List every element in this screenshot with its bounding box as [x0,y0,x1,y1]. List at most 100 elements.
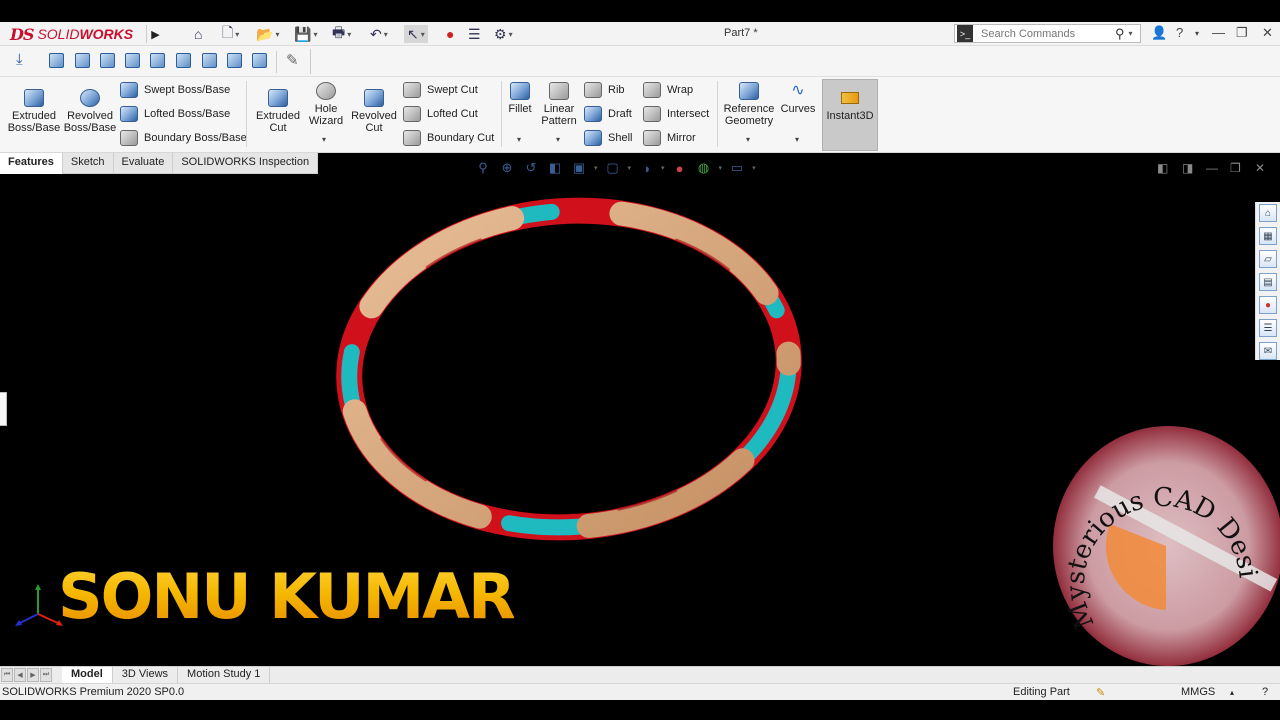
trimetric-view-icon[interactable] [227,53,244,70]
back-view-icon[interactable] [75,53,92,70]
view-settings-icon[interactable]: ▭ [728,160,746,176]
previous-tab-icon[interactable]: ◀ [14,668,26,682]
search-icon[interactable]: ⚲ [1115,26,1125,42]
isometric-view-icon[interactable] [202,53,219,70]
tab-3d-views[interactable]: 3D Views [113,667,179,683]
next-tab-icon[interactable]: ▶ [27,668,39,682]
units-dropdown-icon[interactable]: ▴ [1230,688,1234,697]
fillet-dropdown-icon[interactable]: ▾ [517,135,521,144]
front-view-icon[interactable] [49,53,66,70]
curves-dropdown-icon[interactable]: ▾ [795,135,799,144]
tab-sketch[interactable]: Sketch [62,153,114,174]
view-settings-dropdown-icon[interactable]: ▾ [752,164,756,172]
solidworks-logo[interactable]: DS SOLIDWORKS [10,25,133,44]
lofted-cut-button[interactable]: Lofted Cut [403,106,478,122]
normal-to-icon[interactable]: ⤓ [16,51,33,68]
instant3d-button[interactable]: Instant3D [822,79,878,151]
save-icon[interactable]: 💾 ▾ [294,25,317,43]
rebuild-status-icon[interactable]: ✎ [1096,686,1105,699]
dynamic-annotation-icon[interactable]: ▣ [570,160,588,176]
reference-geometry-dropdown-icon[interactable]: ▾ [746,135,750,144]
search-dropdown-icon[interactable]: ▾ [1129,29,1133,38]
tab-solidworks-inspection[interactable]: SOLIDWORKS Inspection [173,153,319,174]
select-arrow-icon[interactable]: ↖ ▾ [404,25,428,43]
view-palette-icon[interactable]: ▤ [1259,273,1277,291]
viewport-close-icon[interactable]: ✕ [1255,161,1265,175]
tab-motion-study-1[interactable]: Motion Study 1 [178,667,271,683]
bottom-view-icon[interactable] [176,53,193,70]
custom-properties-icon[interactable]: ☰ [1259,319,1277,337]
revolved-boss-button[interactable]: Revolved Boss/Base [64,89,116,134]
extruded-cut-button[interactable]: Extruded Cut [254,89,302,134]
dimetric-view-icon[interactable] [252,53,269,70]
linear-pattern-dropdown-icon[interactable]: ▾ [556,135,560,144]
forum-icon[interactable]: ✉ [1259,342,1277,360]
feature-manager-collapse-handle[interactable] [0,392,7,426]
shell-button[interactable]: Shell [584,130,632,146]
menu-expand-arrow-icon[interactable]: ▶ [146,25,164,43]
search-input[interactable] [981,27,1111,40]
right-view-icon[interactable] [125,53,142,70]
minimize-icon[interactable]: — [1212,25,1225,40]
reference-geometry-button[interactable]: Reference Geometry [722,82,776,127]
help-dropdown-icon[interactable]: ▾ [1195,29,1199,38]
view-orientation-dropdown-icon[interactable]: ▾ [594,164,598,172]
twisted-ring-model[interactable] [300,175,840,570]
rebuild-icon[interactable]: ● [446,25,454,43]
viewport-tile-right-icon[interactable]: ◨ [1182,161,1193,175]
hide-show-dropdown-icon[interactable]: ▾ [661,164,665,172]
tab-evaluate[interactable]: Evaluate [113,153,174,174]
apply-scene-icon[interactable]: ◍ [695,160,713,176]
boundary-boss-button[interactable]: Boundary Boss/Base [120,130,247,146]
previous-view-icon[interactable]: ↺ [522,160,540,176]
swept-cut-button[interactable]: Swept Cut [403,82,478,98]
new-document-icon[interactable]: 🗋 ▾ [222,24,239,43]
help-tooltip-icon[interactable]: ? [1262,686,1268,698]
boundary-cut-button[interactable]: Boundary Cut [403,130,494,146]
pin-icon[interactable]: ✎ [286,51,303,69]
viewport-minimize-icon[interactable]: — [1206,161,1218,175]
swept-boss-button[interactable]: Swept Boss/Base [120,82,230,98]
curves-button[interactable]: ∿ Curves [780,82,816,115]
display-style-dropdown-icon[interactable]: ▾ [628,164,632,172]
user-account-icon[interactable]: 👤 [1151,25,1167,41]
view-orientation-icon[interactable]: ▢ [604,160,622,176]
linear-pattern-button[interactable]: Linear Pattern [540,82,578,127]
status-units[interactable]: MMGS [1181,686,1215,698]
draft-button[interactable]: Draft [584,106,632,122]
section-view-icon[interactable]: ◧ [546,160,564,176]
zoom-to-fit-icon[interactable]: ⚲ [474,160,492,176]
open-icon[interactable]: 📂 ▾ [256,25,279,43]
edit-appearance-icon[interactable]: ● [671,160,689,176]
search-commands-box[interactable]: >_ ⚲ ▾ [954,24,1141,43]
design-library-icon[interactable]: ▦ [1259,227,1277,245]
file-explorer-icon[interactable]: ▱ [1259,250,1277,268]
intersect-button[interactable]: Intersect [643,106,709,122]
fillet-button[interactable]: Fillet [505,82,535,115]
undo-icon[interactable]: ↶ ▾ [370,25,388,43]
mirror-button[interactable]: Mirror [643,130,696,146]
hole-wizard-button[interactable]: Hole Wizard [304,82,348,127]
last-tab-icon[interactable]: ⏭ [40,668,52,682]
viewport-tile-left-icon[interactable]: ◧ [1157,161,1168,175]
left-view-icon[interactable] [100,53,117,70]
zoom-to-area-icon[interactable]: ⊕ [498,160,516,176]
tab-model[interactable]: Model [62,667,113,683]
wrap-button[interactable]: Wrap [643,82,693,98]
first-tab-icon[interactable]: ⏮ [1,668,13,682]
help-icon[interactable]: ? [1176,25,1183,40]
tab-features[interactable]: Features [0,153,63,174]
lofted-boss-button[interactable]: Lofted Boss/Base [120,106,230,122]
appearances-icon[interactable]: ● [1259,296,1277,314]
extruded-boss-button[interactable]: Extruded Boss/Base [8,89,60,134]
print-icon[interactable]: 🖶 ▾ [332,24,351,43]
solidworks-resources-icon[interactable]: ⌂ [1259,204,1277,222]
hole-wizard-dropdown-icon[interactable]: ▾ [322,135,326,144]
file-properties-icon[interactable]: ☰ [468,25,481,43]
close-icon[interactable]: ✕ [1262,25,1273,41]
scene-dropdown-icon[interactable]: ▾ [719,164,723,172]
restore-icon[interactable]: ❐ [1236,25,1248,41]
revolved-cut-button[interactable]: Revolved Cut [350,89,398,134]
hide-show-items-icon[interactable]: ◑ [637,160,655,176]
viewport-restore-icon[interactable]: ❐ [1230,161,1241,175]
